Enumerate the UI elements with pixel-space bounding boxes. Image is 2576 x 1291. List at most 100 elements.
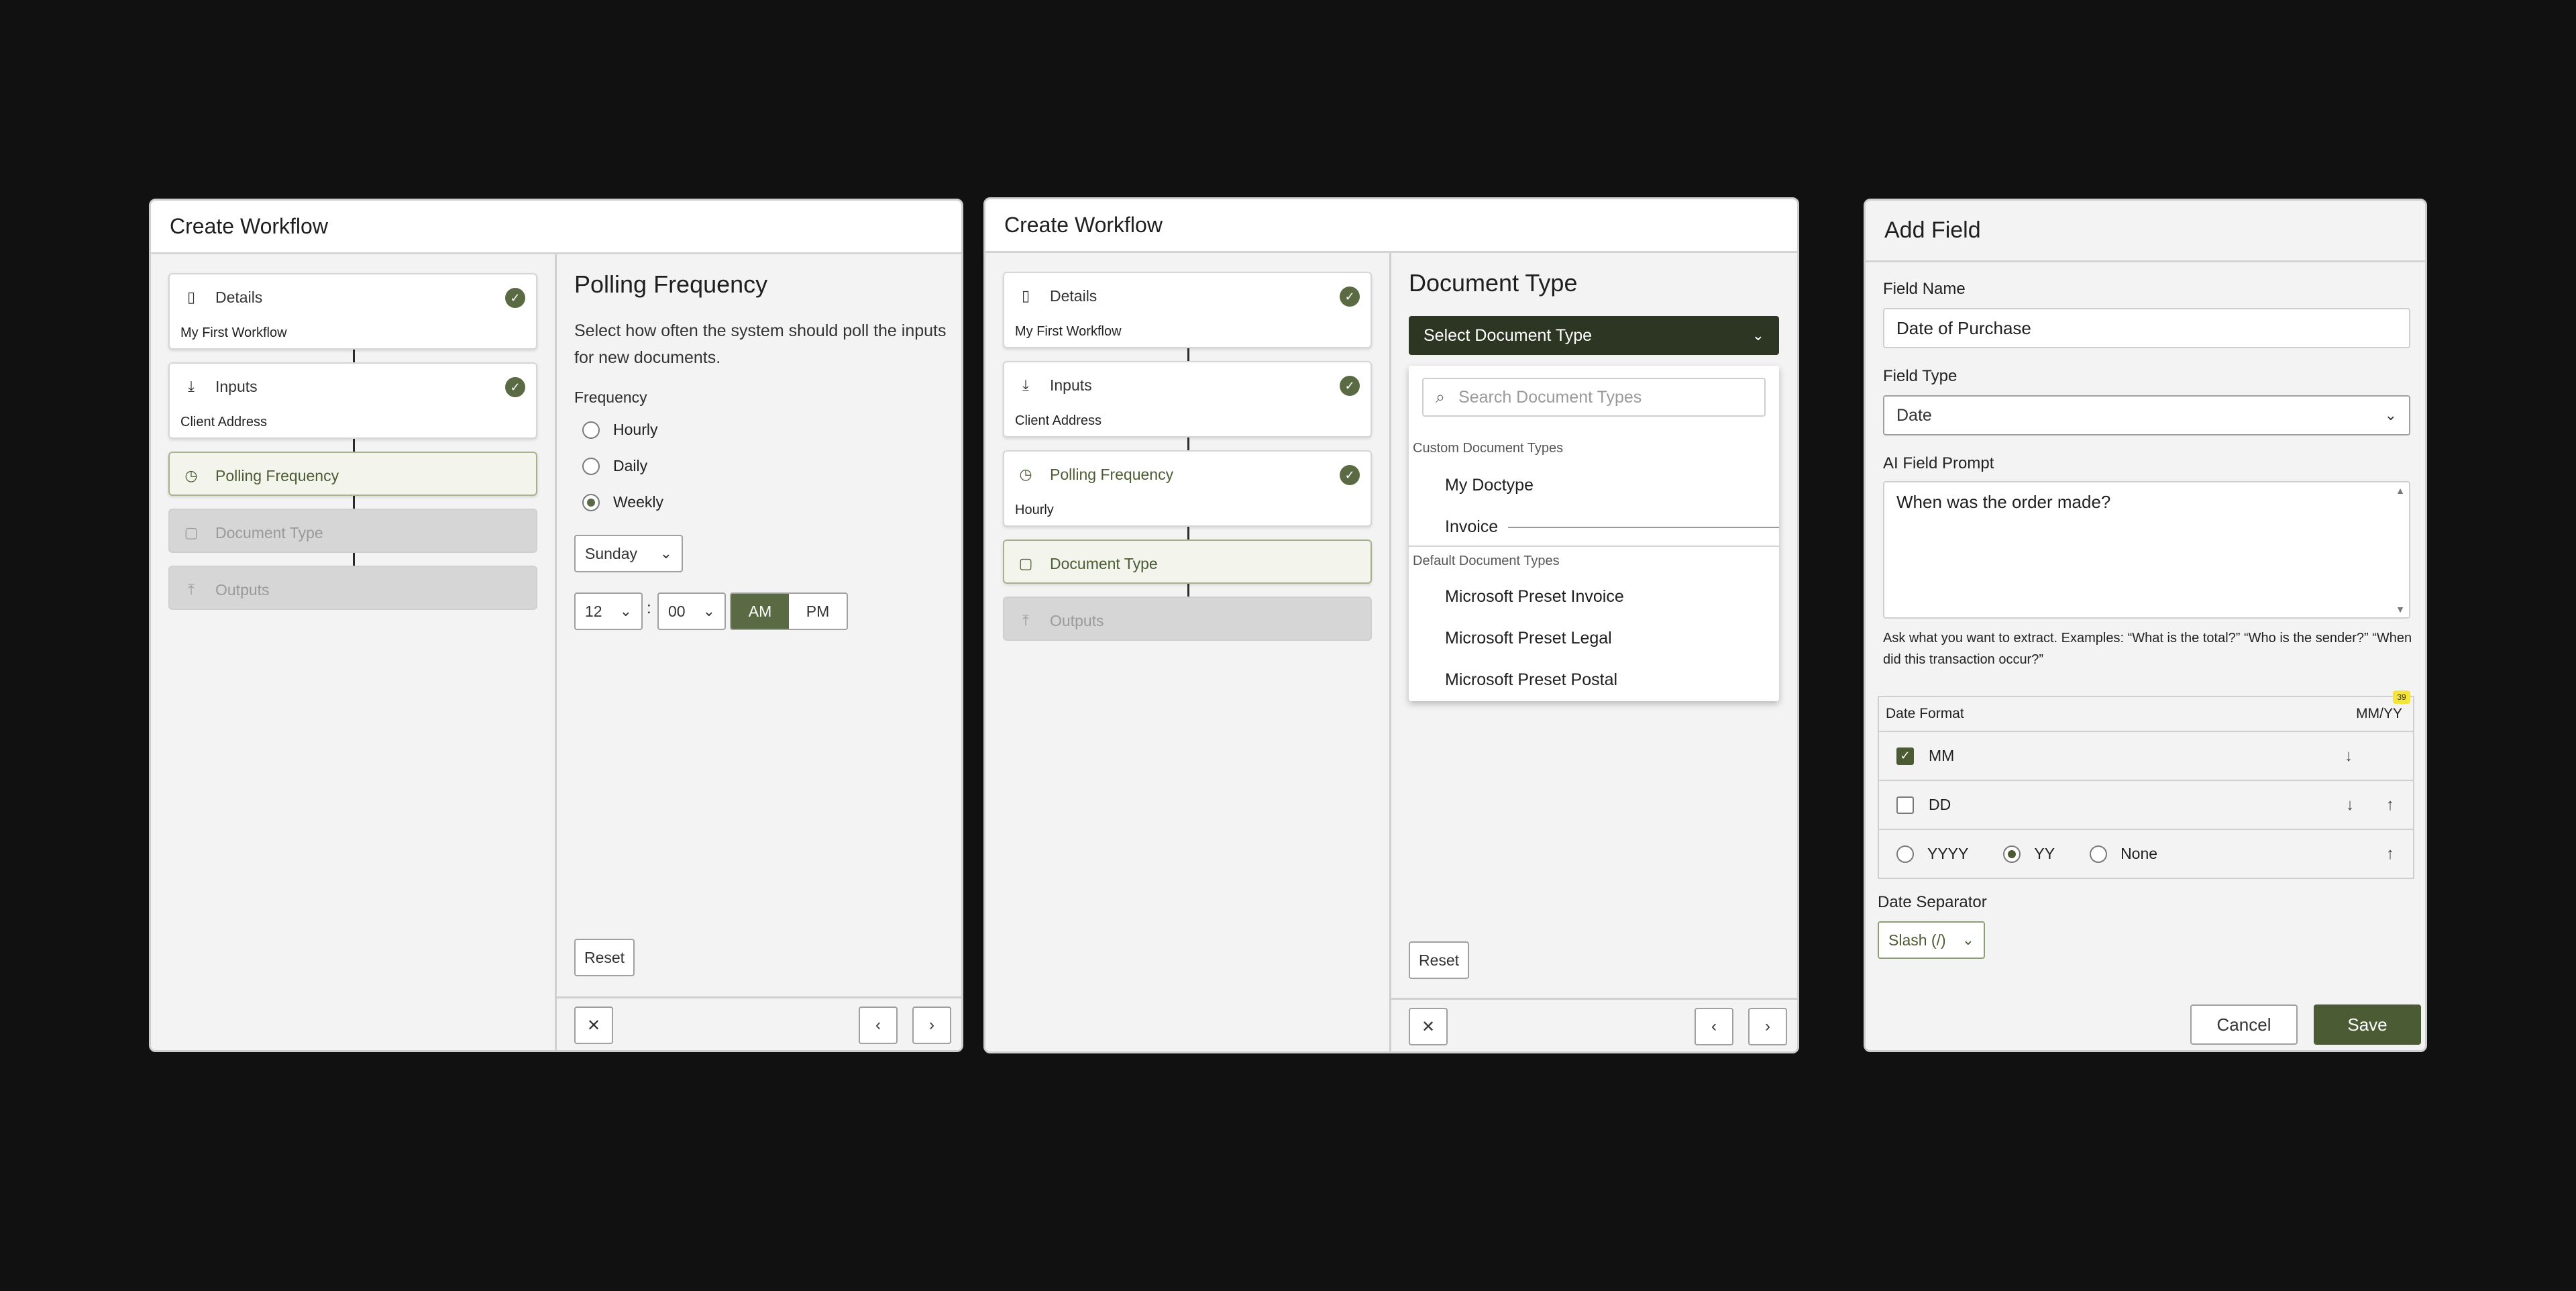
radio-dot[interactable] — [2090, 845, 2108, 863]
save-button[interactable]: Save — [2314, 1004, 2421, 1045]
arrow-up-icon[interactable]: ↑ — [2386, 796, 2394, 815]
menu-item-preset-invoice[interactable]: Microsoft Preset Invoice — [1445, 587, 1624, 607]
day-select[interactable]: Sunday ⌄ — [574, 535, 683, 572]
reset-button[interactable]: Reset — [574, 939, 635, 976]
chevron-down-icon: ⌄ — [2384, 407, 2397, 423]
radio-yy[interactable]: YY — [2003, 845, 2055, 863]
scroll-up-icon[interactable]: ▲ — [2396, 485, 2405, 496]
step-details[interactable]: ▯ Details My First Workflow ✓ — [168, 273, 537, 362]
menu-item-my-doctype[interactable]: My Doctype — [1445, 476, 1534, 495]
arrow-down-icon[interactable]: ↓ — [2345, 747, 2353, 766]
step-inputs[interactable]: ⤓ Inputs Client Address ✓ — [1003, 361, 1372, 450]
format-row-year: YYYY YY None ↑ — [1879, 829, 2413, 878]
clock-calendar-icon: ◷ — [184, 467, 198, 484]
field-name-label: Field Name — [1883, 280, 1966, 298]
menu-item-preset-postal[interactable]: Microsoft Preset Postal — [1445, 670, 1617, 690]
radio-daily[interactable]: Daily — [582, 457, 647, 475]
radio-none[interactable]: None — [2090, 845, 2157, 863]
window-title: Add Field — [1866, 201, 2425, 262]
close-button[interactable]: ✕ — [574, 1006, 613, 1044]
dd-checkbox[interactable] — [1896, 796, 1914, 814]
search-placeholder: Search Document Types — [1458, 387, 1642, 407]
date-format-value: MM/YY — [2356, 706, 2402, 721]
menu-item-preset-legal[interactable]: Microsoft Preset Legal — [1445, 629, 1612, 648]
hour-select[interactable]: 12 ⌄ — [574, 592, 643, 630]
steps-sidebar: ▯ Details My First Workflow ✓ ⤓ Inputs Cli… — [985, 253, 1391, 1051]
chevron-left-icon: ‹ — [1711, 1017, 1717, 1035]
scroll-down-icon[interactable]: ▼ — [2396, 604, 2405, 615]
minute-select[interactable]: 00 ⌄ — [657, 592, 726, 630]
document-type-dropdown[interactable]: Select Document Type ⌄ — [1409, 316, 1779, 355]
radio-hourly[interactable]: Hourly — [582, 421, 657, 439]
am-pm-toggle[interactable]: AM PM — [730, 592, 848, 630]
document-icon: ▢ — [1018, 555, 1033, 572]
menu-item-invoice[interactable]: Invoice — [1445, 517, 1498, 537]
radio-dot[interactable] — [582, 421, 600, 439]
chevron-right-icon: › — [1765, 1017, 1770, 1035]
window-title: Create Workflow — [985, 199, 1797, 253]
prompt-text: When was the order made? — [1896, 492, 2111, 512]
panel-description: Select how often the system should poll … — [574, 321, 947, 367]
date-format-header: Date Format MM/YY 39 — [1879, 690, 2413, 731]
chevron-right-icon: › — [929, 1016, 934, 1034]
radio-dot[interactable] — [1896, 845, 1914, 863]
reset-button[interactable]: Reset — [1409, 941, 1469, 979]
chevron-down-icon: ⌄ — [619, 603, 632, 619]
panel-footer: ✕ ‹ › — [1391, 998, 1797, 1051]
step-polling-frequency[interactable]: ◷ Polling Frequency Hourly ✓ — [1003, 450, 1372, 539]
details-icon: ▯ — [1021, 287, 1030, 304]
prompt-help-text: Ask what you want to extract. Examples: … — [1883, 631, 2412, 667]
field-name-input[interactable]: Date of Purchase — [1883, 308, 2410, 348]
pm-button[interactable]: PM — [789, 594, 847, 629]
next-button[interactable]: › — [912, 1006, 951, 1044]
radio-label: Hourly — [613, 421, 658, 438]
prev-button[interactable]: ‹ — [859, 1006, 898, 1044]
format-row-mm: ✓ MM ↓ — [1879, 731, 2413, 780]
radio-dot[interactable] — [582, 457, 600, 475]
radio-label: YYYY — [1927, 845, 1969, 862]
step-label: Polling Frequency — [1050, 465, 1174, 483]
search-input[interactable]: ⌕ Search Document Types — [1422, 378, 1766, 417]
arrow-up-icon[interactable]: ↑ — [2386, 845, 2394, 864]
connector-line — [1508, 527, 1779, 528]
field-type-value: Date — [1896, 405, 1932, 425]
date-separator-label: Date Separator — [1878, 893, 1987, 911]
close-button[interactable]: ✕ — [1409, 1008, 1448, 1045]
step-label: Details — [215, 288, 263, 306]
day-value: Sunday — [585, 544, 638, 562]
field-type-select[interactable]: Date ⌄ — [1883, 395, 2410, 435]
close-icon: ✕ — [586, 1016, 601, 1035]
radio-dot[interactable] — [582, 493, 600, 511]
radio-weekly[interactable]: Weekly — [582, 493, 663, 511]
inputs-icon: ⤓ — [1022, 376, 1029, 393]
ai-prompt-textarea[interactable]: When was the order made? ▲ ▼ — [1883, 481, 2410, 619]
step-details[interactable]: ▯ Details My First Workflow ✓ — [1003, 272, 1372, 361]
radio-dot[interactable] — [2003, 845, 2021, 863]
step-polling-frequency[interactable]: ◷ Polling Frequency — [168, 452, 537, 509]
date-separator-select[interactable]: Slash (/) ⌄ — [1878, 921, 1985, 959]
next-button[interactable]: › — [1748, 1008, 1787, 1045]
step-sub: My First Workflow — [180, 325, 287, 340]
document-icon: ▢ — [184, 524, 199, 541]
step-outputs: ⤒ Outputs — [1003, 597, 1372, 641]
separator-value: Slash (/) — [1888, 931, 1946, 949]
radio-yyyy[interactable]: YYYY — [1896, 845, 1968, 863]
create-workflow-window-1: Create Workflow ▯ Details My First Workfl… — [149, 199, 963, 1052]
check-icon: ✓ — [505, 377, 525, 397]
mm-label: MM — [1929, 747, 1955, 764]
step-inputs[interactable]: ⤓ Inputs Client Address ✓ — [168, 362, 537, 452]
prev-button[interactable]: ‹ — [1695, 1008, 1733, 1045]
field-type-label: Field Type — [1883, 367, 1957, 385]
count-badge: 39 — [2393, 690, 2410, 704]
mm-checkbox[interactable]: ✓ — [1896, 747, 1914, 765]
inputs-icon: ⤓ — [188, 378, 195, 395]
add-field-window: Add Field Field Name Date of Purchase Fi… — [1864, 199, 2427, 1052]
cancel-button[interactable]: Cancel — [2190, 1004, 2298, 1045]
clock-calendar-icon: ◷ — [1019, 466, 1032, 482]
format-row-dd: DD ↓ ↑ — [1879, 780, 2413, 829]
panel-heading: Document Type — [1409, 269, 1578, 297]
step-document-type[interactable]: ▢ Document Type — [1003, 539, 1372, 597]
step-label: Document Type — [1050, 554, 1158, 572]
am-button[interactable]: AM — [731, 594, 789, 629]
arrow-down-icon[interactable]: ↓ — [2346, 796, 2354, 815]
